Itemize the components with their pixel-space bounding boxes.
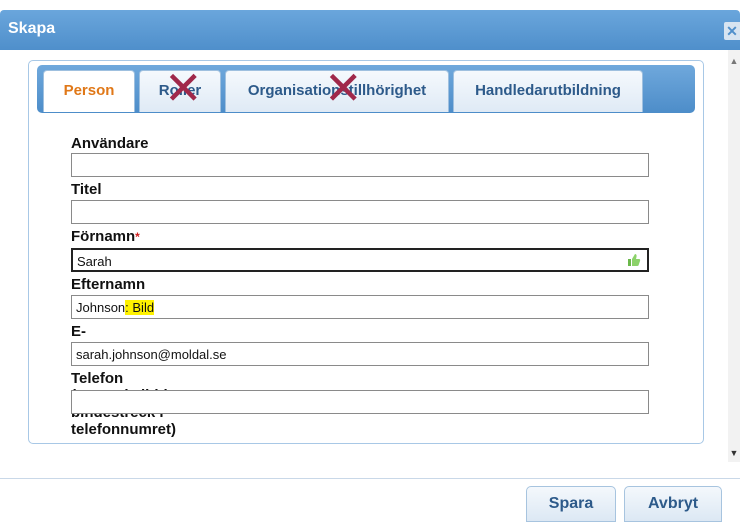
dialog-title: Skapa [8,20,56,37]
lastname-value: Johnson [76,300,126,315]
firstname-field[interactable]: Sarah [71,248,649,272]
scroll-down-icon[interactable]: ▼ [728,446,740,460]
tab-strip: Person Roller ✕ Organisationstillhörighe… [37,65,695,113]
cancel-button[interactable]: Avbryt [624,486,722,522]
title-field[interactable] [71,200,649,224]
required-marker: * [135,230,140,244]
lastname-highlight: : Bild [125,300,155,315]
email-field[interactable]: sarah.johnson@moldal.se [71,342,649,366]
thumbs-up-icon [628,254,641,266]
cross-out-icon: ✕ [164,61,203,115]
lastname-label: Efternamn [71,276,146,293]
scroll-up-icon[interactable]: ▲ [728,54,740,68]
lastname-field[interactable]: Johnson: Bild [71,295,649,319]
firstname-value: Sarah [77,254,112,269]
tab-handledarutbildning-label: Handledarutbildning [475,82,621,99]
close-icon[interactable]: ✕ [724,22,740,40]
tab-person-label: Person [63,82,115,99]
tab-person[interactable]: Person [43,70,135,112]
user-label: Användare [71,135,149,152]
firstname-label: Förnamn* [71,228,140,245]
tab-roller[interactable]: Roller ✕ [139,65,221,112]
cross-out-icon: ✕ [324,61,363,115]
tab-handledarutbildning[interactable]: Handledarutbildning [453,70,643,112]
form-panel: Person Roller ✕ Organisationstillhörighe… [28,60,704,444]
tab-organisation[interactable]: Organisationstillhörighet ✕ [225,65,449,112]
footer-divider [0,478,740,479]
title-label: Titel [71,181,102,198]
save-button[interactable]: Spara [526,486,616,522]
user-field[interactable] [71,153,649,177]
phone-field[interactable] [71,390,649,414]
vertical-scrollbar[interactable]: ▲ ▼ [728,50,740,462]
firstname-label-text: Förnamn [71,228,136,245]
dialog-titlebar: Skapa ✕ [0,10,740,50]
